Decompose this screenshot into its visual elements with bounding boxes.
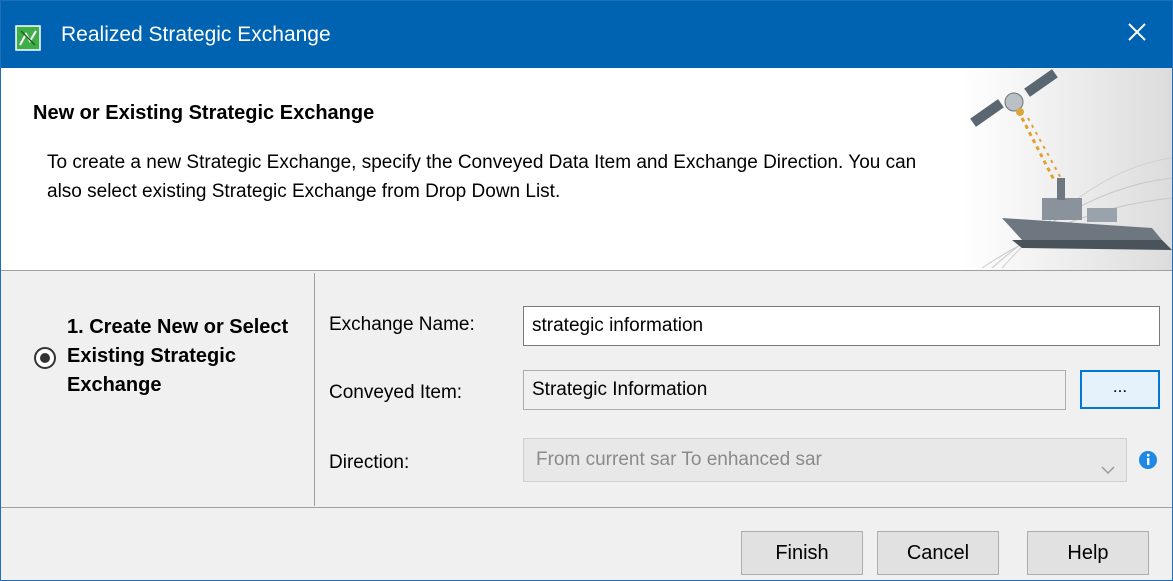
close-button[interactable]	[1102, 1, 1172, 68]
direction-select[interactable]: From current sar To enhanced sar	[523, 438, 1127, 482]
dialog-footer: Finish Cancel Help	[1, 507, 1172, 580]
chevron-down-icon	[1100, 452, 1116, 475]
dialog-window: Realized Strategic Exchange New or Exist…	[0, 0, 1173, 581]
help-button[interactable]: Help	[1027, 531, 1149, 575]
banner-description: To create a new Strategic Exchange, spec…	[47, 152, 917, 202]
direction-label: Direction:	[329, 452, 410, 473]
cancel-button[interactable]: Cancel	[877, 531, 999, 575]
step-label: 1. Create New or Select Existing Strateg…	[67, 316, 289, 396]
conveyed-item-label: Conveyed Item:	[329, 382, 463, 403]
step-radio[interactable]	[34, 347, 56, 369]
exchange-name-label: Exchange Name:	[329, 314, 475, 335]
exchange-name-input[interactable]	[523, 306, 1160, 346]
steps-panel: 1. Create New or Select Existing Strateg…	[1, 273, 315, 506]
browse-button[interactable]: ...	[1080, 370, 1160, 409]
title-bar: Realized Strategic Exchange	[1, 1, 1172, 68]
conveyed-item-field: Strategic Information	[523, 370, 1066, 410]
diagram-icon	[15, 25, 41, 51]
header-banner: New or Existing Strategic Exchange To cr…	[1, 68, 1173, 271]
close-icon	[1127, 22, 1147, 47]
banner-heading: New or Existing Strategic Exchange	[33, 102, 375, 124]
direction-select-value: From current sar To enhanced sar	[536, 449, 822, 470]
window-title: Realized Strategic Exchange	[61, 23, 331, 46]
finish-button[interactable]: Finish	[741, 531, 863, 575]
satellite-ship-illustration	[962, 68, 1173, 270]
info-icon[interactable]	[1138, 450, 1158, 470]
